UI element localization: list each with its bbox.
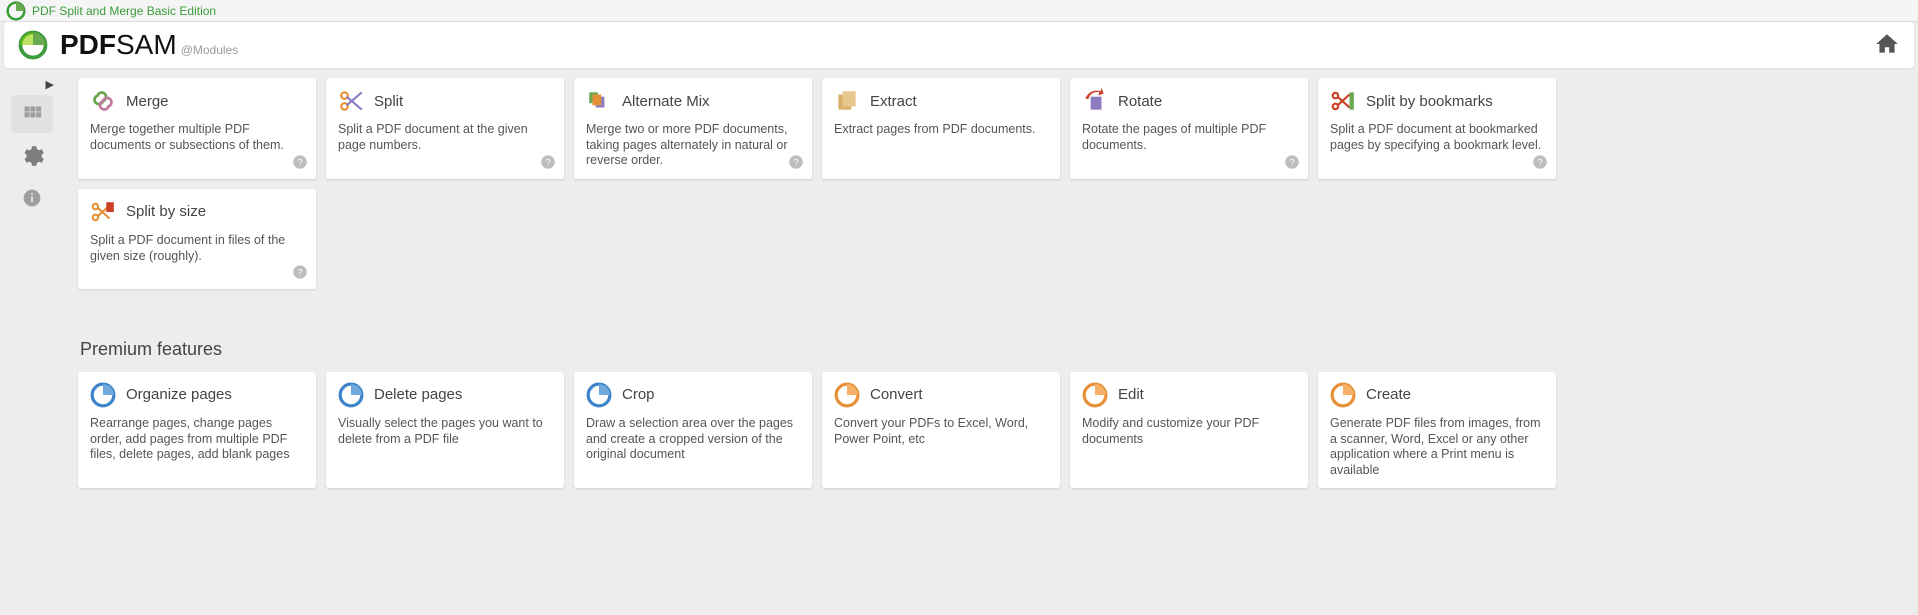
module-extract[interactable]: Extract Extract pages from PDF documents…: [822, 78, 1060, 179]
rotate-icon: [1082, 88, 1108, 114]
premium-blue-icon: [338, 382, 364, 408]
module-desc: Generate PDF files from images, from a s…: [1330, 416, 1544, 479]
premium-blue-icon: [90, 382, 116, 408]
window-titlebar: PDF Split and Merge Basic Edition: [0, 0, 1918, 22]
svg-text:?: ?: [297, 157, 302, 167]
app-logo-icon: [6, 1, 26, 21]
module-title: Delete pages: [374, 386, 462, 403]
scissors-icon: [338, 88, 364, 114]
premium-crop[interactable]: Crop Draw a selection area over the page…: [574, 372, 812, 489]
gear-icon: [19, 143, 45, 169]
sidebar-item-modules[interactable]: [11, 95, 53, 133]
premium-orange-icon: [1082, 382, 1108, 408]
info-icon: [22, 188, 42, 208]
premium-orange-icon: [1330, 382, 1356, 408]
svg-text:?: ?: [1537, 157, 1542, 167]
extract-icon: [834, 88, 860, 114]
svg-text:?: ?: [1289, 157, 1294, 167]
module-split-size[interactable]: Split by size Split a PDF document in fi…: [78, 189, 316, 289]
sidebar-expand-button[interactable]: ▶: [46, 72, 64, 91]
scissors-size-icon: [90, 199, 116, 225]
module-desc: Split a PDF document at the given page n…: [338, 122, 552, 153]
help-icon[interactable]: ?: [1532, 154, 1548, 173]
svg-text:?: ?: [297, 267, 302, 277]
sidebar-item-info[interactable]: [11, 179, 53, 217]
module-desc: Merge together multiple PDF documents or…: [90, 122, 304, 153]
premium-convert[interactable]: Convert Convert your PDFs to Excel, Word…: [822, 372, 1060, 489]
scissors-bookmark-icon: [1330, 88, 1356, 114]
module-desc: Extract pages from PDF documents.: [834, 122, 1048, 138]
module-title: Split by bookmarks: [1366, 93, 1493, 110]
help-icon[interactable]: ?: [1284, 154, 1300, 173]
help-icon[interactable]: ?: [788, 154, 804, 173]
content: Merge Merge together multiple PDF docume…: [64, 68, 1918, 615]
module-title: Rotate: [1118, 93, 1162, 110]
sidebar: ▶: [0, 68, 64, 615]
brand-name: PDFSAM: [60, 29, 177, 61]
premium-delete[interactable]: Delete pages Visually select the pages y…: [326, 372, 564, 489]
module-desc: Split a PDF document at bookmarked pages…: [1330, 122, 1544, 153]
module-title: Split: [374, 93, 403, 110]
modules-grid: Merge Merge together multiple PDF docume…: [78, 78, 1904, 289]
module-title: Merge: [126, 93, 169, 110]
module-desc: Merge two or more PDF documents, taking …: [586, 122, 800, 169]
module-desc: Modify and customize your PDF documents: [1082, 416, 1296, 447]
brand-subtitle: @Modules: [181, 43, 239, 57]
module-desc: Rearrange pages, change pages order, add…: [90, 416, 304, 463]
premium-heading: Premium features: [80, 339, 1904, 360]
premium-blue-icon: [586, 382, 612, 408]
module-desc: Convert your PDFs to Excel, Word, Power …: [834, 416, 1048, 447]
svg-text:?: ?: [793, 157, 798, 167]
module-split[interactable]: Split Split a PDF document at the given …: [326, 78, 564, 179]
sidebar-item-settings[interactable]: [11, 137, 53, 175]
home-button[interactable]: [1874, 31, 1900, 60]
header: PDFSAM @Modules: [4, 22, 1914, 68]
module-alternate-mix[interactable]: Alternate Mix Merge two or more PDF docu…: [574, 78, 812, 179]
help-icon[interactable]: ?: [292, 264, 308, 283]
mix-icon: [586, 88, 612, 114]
svg-text:?: ?: [545, 157, 550, 167]
window-title: PDF Split and Merge Basic Edition: [32, 4, 216, 18]
premium-orange-icon: [834, 382, 860, 408]
home-icon: [1874, 31, 1900, 57]
module-title: Extract: [870, 93, 917, 110]
module-desc: Split a PDF document in files of the giv…: [90, 233, 304, 264]
premium-grid: Organize pages Rearrange pages, change p…: [78, 372, 1904, 489]
module-rotate[interactable]: Rotate Rotate the pages of multiple PDF …: [1070, 78, 1308, 179]
brand: PDFSAM @Modules: [60, 29, 238, 61]
premium-organize[interactable]: Organize pages Rearrange pages, change p…: [78, 372, 316, 489]
module-title: Create: [1366, 386, 1411, 403]
module-split-bookmarks[interactable]: Split by bookmarks Split a PDF document …: [1318, 78, 1556, 179]
module-title: Split by size: [126, 203, 206, 220]
premium-edit[interactable]: Edit Modify and customize your PDF docum…: [1070, 372, 1308, 489]
module-title: Organize pages: [126, 386, 232, 403]
module-title: Convert: [870, 386, 923, 403]
module-title: Alternate Mix: [622, 93, 710, 110]
module-desc: Rotate the pages of multiple PDF documen…: [1082, 122, 1296, 153]
module-desc: Visually select the pages you want to de…: [338, 416, 552, 447]
help-icon[interactable]: ?: [292, 154, 308, 173]
grid-icon: [22, 104, 42, 124]
module-title: Edit: [1118, 386, 1144, 403]
help-icon[interactable]: ?: [540, 154, 556, 173]
brand-logo-icon: [18, 30, 48, 60]
module-title: Crop: [622, 386, 655, 403]
module-merge[interactable]: Merge Merge together multiple PDF docume…: [78, 78, 316, 179]
premium-create[interactable]: Create Generate PDF files from images, f…: [1318, 372, 1556, 489]
module-desc: Draw a selection area over the pages and…: [586, 416, 800, 463]
merge-icon: [90, 88, 116, 114]
